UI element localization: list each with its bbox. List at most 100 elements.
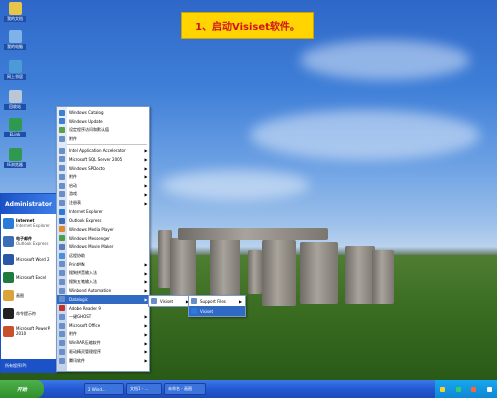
programs-menu-item[interactable]: Intel Application Accelerator ▶ bbox=[57, 146, 149, 155]
app-icon bbox=[59, 127, 65, 133]
programs-menu-item[interactable]: Outlook Express bbox=[57, 216, 149, 225]
programs-menu-item[interactable]: Windows Messenger bbox=[57, 234, 149, 243]
folder-icon bbox=[59, 270, 65, 276]
tray-icon[interactable] bbox=[455, 386, 461, 392]
programs-menu-item[interactable]: 游戏 ▶ bbox=[57, 190, 149, 199]
folder-icon bbox=[59, 165, 65, 171]
app-icon bbox=[59, 118, 65, 125]
start-menu-item[interactable]: 电子邮件 Outlook Express bbox=[1, 232, 57, 250]
folder-icon bbox=[59, 340, 65, 346]
cloud bbox=[160, 170, 310, 200]
desktop-icon-label: IE浏览器 bbox=[4, 162, 26, 168]
stone bbox=[248, 250, 262, 294]
programs-menu-item-label: Windows Media Player bbox=[69, 226, 114, 232]
start-menu-item[interactable]: Microsoft Excel bbox=[1, 268, 57, 286]
programs-menu-item[interactable]: 注册表 ▶ bbox=[57, 199, 149, 208]
submenu-item[interactable]: Support Files ▶ bbox=[189, 296, 245, 306]
all-programs-button[interactable]: 所有程序(P) bbox=[1, 359, 57, 372]
desktop-icon-elink[interactable]: ELink bbox=[4, 118, 26, 137]
taskbar-button[interactable]: 2 Wind... bbox=[84, 383, 124, 395]
tray-icon[interactable] bbox=[440, 386, 446, 392]
programs-menu-item[interactable]: 远程协助 bbox=[57, 251, 149, 260]
programs-menu-item[interactable]: Windows SPDocto ▶ bbox=[57, 164, 149, 173]
programs-menu-item[interactable]: 搜狗拼音输入法 ▶ bbox=[57, 269, 149, 278]
programs-menu-item-label: Intel Application Accelerator bbox=[69, 148, 126, 153]
taskbar-button-label: 文档1 - ... bbox=[130, 386, 149, 391]
start-menu-item[interactable]: Internet Internet Explorer bbox=[1, 214, 57, 232]
folder-icon bbox=[59, 147, 65, 154]
tray-icon[interactable] bbox=[471, 386, 477, 392]
start-menu-item[interactable]: 命令提示符 bbox=[1, 304, 57, 322]
programs-menu-item-label: 附件 bbox=[69, 331, 77, 337]
app-icon bbox=[59, 208, 65, 215]
taskbar-button[interactable]: 文档1 - ... bbox=[126, 383, 162, 395]
chevron-right-icon: ▶ bbox=[144, 200, 148, 206]
programs-menu-item[interactable]: Microsoft Office ▶ bbox=[57, 321, 149, 330]
programs-menu-item[interactable]: 附件 bbox=[57, 134, 149, 143]
folder-icon bbox=[59, 191, 65, 198]
system-tray bbox=[435, 380, 497, 398]
programs-menu-item[interactable]: Windows Update bbox=[57, 117, 149, 126]
programs-menu-item[interactable]: 启动 ▶ bbox=[57, 181, 149, 190]
folder-icon bbox=[59, 313, 65, 320]
submenu-item-label: Support Files bbox=[200, 298, 226, 304]
taskbar-button[interactable]: 未命名 - 画图 bbox=[164, 383, 206, 395]
desktop-icon-recycle-bin[interactable]: 回收站 bbox=[4, 90, 26, 110]
lintel-stone bbox=[178, 228, 328, 240]
desktop-icon-label: 网上邻居 bbox=[4, 74, 26, 80]
start-menu-item-label: 命令提示符 bbox=[16, 310, 36, 316]
folder-icon bbox=[191, 298, 197, 304]
programs-menu-item-label: Internet Explorer bbox=[69, 209, 103, 215]
stone bbox=[345, 246, 375, 304]
programs-menu-item-label: WinRAR压缩软件 bbox=[69, 340, 101, 345]
programs-menu-item[interactable]: Winbond Automation ▶ bbox=[57, 286, 149, 295]
cloud bbox=[250, 110, 480, 160]
desktop-icon-my-computer[interactable]: 我的电脑 bbox=[4, 30, 26, 50]
programs-menu-item-label: Microsoft SQL Server 2005 bbox=[69, 156, 123, 162]
desktop-icon-network[interactable]: 网上邻居 bbox=[4, 60, 26, 80]
app-icon bbox=[3, 253, 14, 265]
chevron-right-icon: ▶ bbox=[144, 358, 148, 363]
submenu-item[interactable]: Visiset bbox=[189, 306, 245, 316]
start-menu-user: Administrator bbox=[1, 194, 57, 214]
folder-icon bbox=[59, 322, 65, 329]
app-icon bbox=[59, 135, 65, 142]
programs-menu-item[interactable]: 搜狗五笔输入法 ▶ bbox=[57, 277, 149, 286]
chevron-right-icon: ▶ bbox=[144, 314, 148, 320]
programs-menu-item-label: Windows SPDocto bbox=[69, 165, 105, 171]
programs-menu-item[interactable]: 设定程序访问和默认值 bbox=[57, 126, 149, 135]
programs-menu-item[interactable]: PrintMN ▶ bbox=[57, 260, 149, 269]
programs-menu-item[interactable]: Windows Movie Maker bbox=[57, 242, 149, 251]
programs-menu-item[interactable]: WinRAR压缩软件 ▶ bbox=[57, 339, 149, 348]
app-icon bbox=[59, 109, 65, 116]
chevron-right-icon: ▶ bbox=[144, 156, 148, 162]
submenu-item-visiset-folder[interactable]: Visiset ▶ bbox=[149, 296, 189, 306]
programs-menu-item[interactable]: Windows Media Player bbox=[57, 225, 149, 234]
app-icon bbox=[59, 235, 65, 241]
start-button[interactable]: 开始 bbox=[0, 380, 44, 398]
programs-menu-item-label: 启动 bbox=[69, 182, 77, 188]
programs-menu-item[interactable]: Datalogic ▶ bbox=[57, 294, 149, 304]
tray-icon[interactable] bbox=[486, 386, 492, 392]
programs-menu-item[interactable]: 附件 ▶ bbox=[57, 330, 149, 339]
programs-menu-item[interactable]: 一键GHOST ▶ bbox=[57, 312, 149, 321]
programs-menu-item[interactable]: 驱动精灵管理程序 ▶ bbox=[57, 347, 149, 356]
programs-menu-item[interactable]: Adobe Reader 9 bbox=[57, 304, 149, 313]
desktop-icon-ie[interactable]: IE浏览器 bbox=[4, 148, 26, 168]
shortcut-arrow-icon bbox=[8, 148, 22, 161]
programs-menu-item[interactable]: 附件 ▶ bbox=[57, 172, 149, 181]
start-menu-item[interactable]: Microsoft Word 2 bbox=[1, 250, 57, 268]
start-menu-item[interactable]: 画图 bbox=[1, 286, 57, 304]
folder-icon bbox=[59, 348, 65, 355]
stone bbox=[372, 250, 394, 304]
programs-menu-item[interactable]: 腾讯软件 ▶ bbox=[57, 356, 149, 365]
programs-menu-item[interactable]: Internet Explorer bbox=[57, 207, 149, 216]
programs-menu-item[interactable]: Windows Catalog bbox=[57, 108, 149, 117]
programs-menu-item-label: 游戏 bbox=[69, 191, 77, 197]
start-menu-item[interactable]: Microsoft PowerP 2010 bbox=[1, 322, 57, 340]
programs-menu-item[interactable]: Microsoft SQL Server 2005 ▶ bbox=[57, 155, 149, 164]
step-caption: 1、启动Visiset软件。 bbox=[181, 12, 314, 39]
chevron-right-icon: ▶ bbox=[144, 279, 148, 285]
app-icon bbox=[59, 226, 65, 233]
desktop-icon-my-documents[interactable]: 我的文档 bbox=[4, 2, 26, 22]
